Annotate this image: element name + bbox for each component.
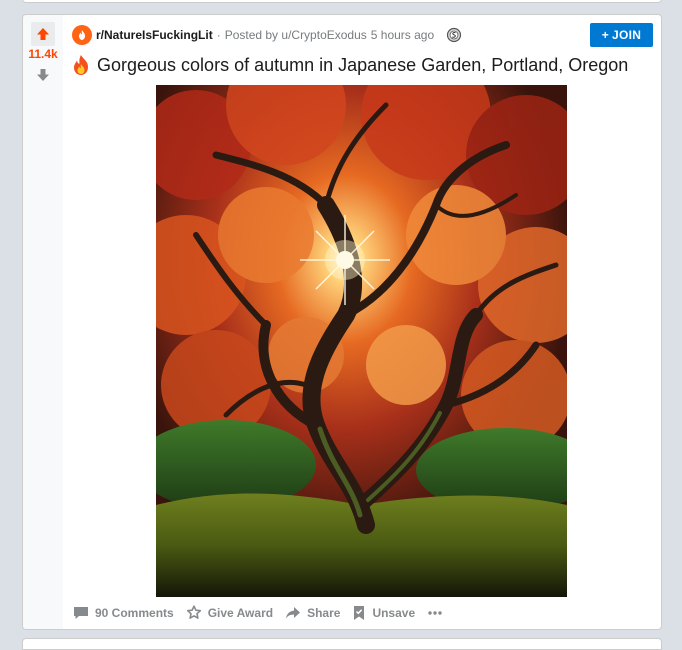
share-label: Share	[307, 606, 341, 620]
more-icon	[428, 611, 442, 615]
post-title-text: Gorgeous colors of autumn in Japanese Ga…	[97, 54, 629, 75]
next-post-card	[22, 638, 662, 650]
share-button[interactable]: Share	[281, 601, 344, 625]
unsave-button[interactable]: Unsave	[348, 601, 419, 625]
upvote-icon	[37, 28, 49, 40]
give-award-button[interactable]: Give Award	[182, 601, 277, 625]
join-button[interactable]: + JOIN	[590, 23, 653, 47]
fire-icon	[71, 54, 91, 76]
post-time[interactable]: 5 hours ago	[371, 28, 434, 42]
post-actions: 90 Comments Give Award Share Unsave	[69, 601, 457, 625]
save-icon	[354, 606, 365, 620]
comments-button[interactable]: 90 Comments	[69, 601, 178, 625]
award-icon	[186, 605, 201, 619]
subreddit-link[interactable]: r/NatureIsFuckingLit	[96, 28, 213, 42]
award-badge-icon[interactable]	[446, 27, 462, 43]
vote-score: 11.4k	[28, 47, 58, 61]
more-options-button[interactable]	[423, 601, 453, 625]
unsave-label: Unsave	[372, 606, 416, 620]
vote-column: 11.4k	[23, 15, 63, 629]
subreddit-icon[interactable]	[72, 25, 92, 45]
previous-post-card	[22, 0, 662, 3]
downvote-button[interactable]	[31, 63, 55, 87]
post-meta: r/NatureIsFuckingLit · Posted by u/Crypt…	[72, 25, 462, 45]
post-card[interactable]: 11.4k r/NatureIsFuckingLit · Posted by u…	[22, 14, 662, 630]
join-label: JOIN	[612, 28, 642, 42]
downvote-icon	[37, 69, 49, 81]
post-title[interactable]: Gorgeous colors of autumn in Japanese Ga…	[71, 54, 628, 76]
give-award-label: Give Award	[207, 606, 274, 620]
share-icon	[286, 607, 301, 619]
comments-label: 90 Comments	[95, 606, 174, 620]
post-image[interactable]	[156, 85, 567, 597]
comment-icon	[74, 607, 88, 619]
author-link[interactable]: Posted by u/CryptoExodus	[225, 28, 367, 42]
upvote-button[interactable]	[31, 22, 55, 46]
join-plus: +	[601, 28, 610, 42]
meta-separator: ·	[216, 28, 221, 42]
